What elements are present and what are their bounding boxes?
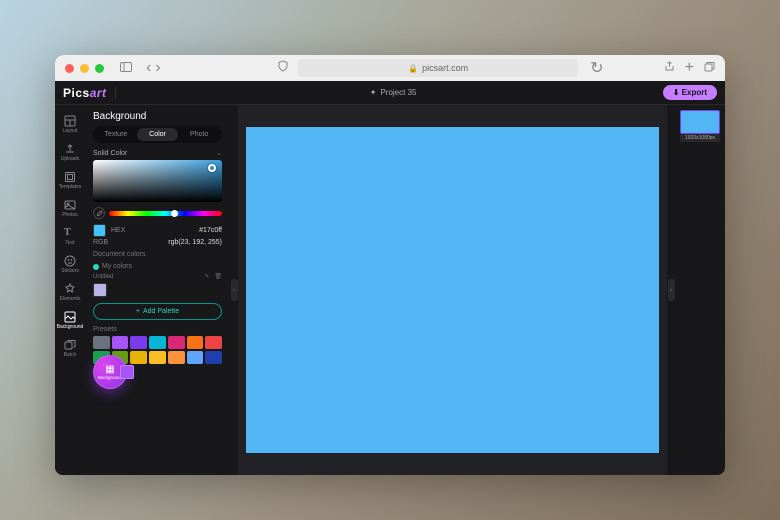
preset-swatch[interactable] — [112, 336, 129, 349]
hue-slider[interactable] — [109, 211, 222, 216]
rgb-value[interactable]: rgb(23, 192, 255) — [168, 239, 222, 246]
plus-icon: + — [136, 308, 140, 315]
back-icon[interactable]: ‹ — [146, 59, 151, 77]
rail-photos[interactable]: Photos — [56, 195, 84, 221]
lock-icon: 🔒 — [408, 64, 418, 73]
collapse-right-handle[interactable]: › — [667, 105, 675, 475]
preset-swatch[interactable] — [205, 351, 222, 364]
rgb-row: RGB rgb(23, 192, 255) — [93, 239, 222, 246]
sv-cursor[interactable] — [208, 164, 216, 172]
address-bar[interactable]: 🔒 picsart.com — [298, 59, 578, 77]
eyedropper-button[interactable] — [93, 207, 105, 219]
rail-batch[interactable]: Batch — [56, 335, 84, 361]
close-traffic-light[interactable] — [65, 64, 74, 73]
new-tab-icon[interactable]: + — [685, 59, 694, 77]
presets-label: Presets — [93, 326, 222, 333]
preset-swatch[interactable] — [168, 351, 185, 364]
document-colors-label: Document colors — [93, 251, 222, 258]
app-header: Picsart ✦ Project 35 ⬇ Export — [55, 81, 725, 105]
preset-swatch[interactable] — [149, 351, 166, 364]
tab-texture[interactable]: Texture — [95, 128, 137, 141]
preset-swatch[interactable] — [187, 336, 204, 349]
preset-swatch[interactable] — [205, 336, 222, 349]
share-icon[interactable] — [664, 59, 675, 77]
preset-swatch[interactable] — [130, 336, 147, 349]
rail-text[interactable]: TText — [56, 223, 84, 249]
rail-uploads[interactable]: Uploads — [56, 139, 84, 165]
reload-icon[interactable]: ↻ — [590, 58, 603, 78]
chevron-down-icon: ⌄ — [216, 149, 222, 157]
download-icon: ⬇ — [673, 88, 680, 97]
bg-tabs: Texture Color Photo — [93, 126, 222, 143]
canvas[interactable] — [246, 127, 659, 453]
rail-stickers[interactable]: Stickers — [56, 251, 84, 277]
pages-rail: 1920x1080px — [675, 105, 725, 475]
preset-swatch[interactable] — [93, 336, 110, 349]
tab-color[interactable]: Color — [137, 128, 179, 141]
divider — [115, 87, 116, 99]
url-text: picsart.com — [422, 63, 468, 73]
sidebar-toggle-icon[interactable] — [120, 59, 132, 77]
rail-templates[interactable]: Templates — [56, 167, 84, 193]
tabs-icon[interactable] — [704, 59, 715, 77]
preset-swatch[interactable] — [130, 351, 147, 364]
dot-icon — [93, 264, 99, 270]
rail-elements[interactable]: Elements — [56, 279, 84, 305]
solid-color-header[interactable]: Solid Color ⌄ — [93, 149, 222, 157]
canvas-area — [238, 105, 667, 475]
app-window: ‹ › 🔒 picsart.com ↻ + Picsart ✦ Project … — [55, 55, 725, 475]
current-color-swatch[interactable] — [93, 224, 106, 237]
palette-name: Untitled — [93, 274, 113, 280]
mac-titlebar: ‹ › 🔒 picsart.com ↻ + — [55, 55, 725, 81]
palette-swatch[interactable] — [93, 283, 107, 297]
project-name[interactable]: ✦ Project 35 — [124, 88, 663, 97]
collapse-left-handle[interactable]: ‹ — [230, 105, 238, 475]
palette-row: Untitled ✎ 🗑 — [93, 273, 222, 280]
rail-layout[interactable]: Layout — [56, 111, 84, 137]
delete-icon[interactable]: 🗑 — [214, 273, 222, 280]
my-colors-label: My colors — [93, 263, 222, 270]
minimize-traffic-light[interactable] — [80, 64, 89, 73]
saturation-value-picker[interactable] — [93, 160, 222, 202]
export-button[interactable]: ⬇ Export — [663, 85, 717, 100]
preset-swatch[interactable] — [187, 351, 204, 364]
hue-thumb[interactable] — [171, 210, 178, 217]
rail-background[interactable]: Background — [56, 307, 84, 333]
page-thumb-label: 1920x1080px — [680, 134, 720, 142]
edit-icon[interactable]: ✎ — [204, 273, 209, 280]
preset-swatch[interactable] — [168, 336, 185, 349]
tab-photo[interactable]: Photo — [178, 128, 220, 141]
forward-icon[interactable]: › — [155, 59, 160, 77]
logo[interactable]: Picsart — [63, 87, 107, 99]
hex-row: HEX #17c0ff — [93, 224, 222, 237]
document-color-swatch[interactable] — [120, 365, 134, 379]
hex-value[interactable]: #17c0ff — [199, 227, 222, 234]
preset-swatch[interactable] — [149, 336, 166, 349]
add-palette-button[interactable]: + Add Palette — [93, 303, 222, 320]
tool-rail: Layout Uploads Templates Photos TText St… — [55, 105, 85, 475]
background-panel: Background Texture Color Photo Solid Col… — [85, 105, 230, 475]
sparkle-icon: ✦ — [370, 88, 377, 97]
grid-icon: ▦ — [105, 364, 114, 375]
page-thumb[interactable] — [680, 110, 720, 134]
panel-title: Background — [93, 111, 222, 122]
privacy-shield-icon[interactable] — [278, 59, 288, 77]
zoom-traffic-light[interactable] — [95, 64, 104, 73]
